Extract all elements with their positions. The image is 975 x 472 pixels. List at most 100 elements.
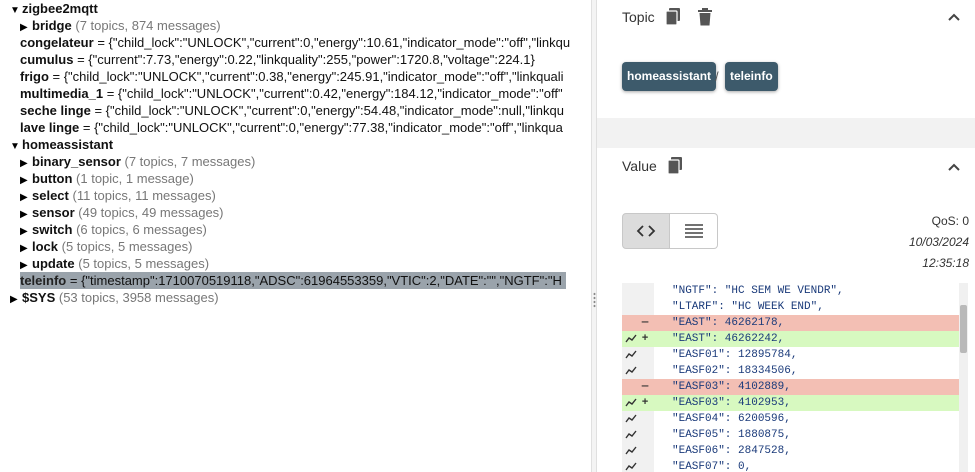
diff-gutter[interactable] <box>622 443 654 459</box>
diff-gutter[interactable]: — <box>622 315 654 331</box>
diff-line-text: "EASF05": 1880875, <box>672 429 791 441</box>
tree-node[interactable]: ▼ homeassistant <box>10 136 113 153</box>
diff-scrollbar[interactable] <box>959 283 968 472</box>
tree-node[interactable]: ▼ zigbee2mqtt <box>10 0 98 17</box>
diff-gutter[interactable]: + <box>622 331 654 347</box>
tree-node-stats: (5 topics, 5 messages) <box>61 239 193 254</box>
diff-line-text: "EASF01": 12895784, <box>672 349 798 361</box>
diff-gutter[interactable] <box>622 347 654 363</box>
tree-node[interactable]: frigo = {"child_lock":"UNLOCK","current"… <box>20 68 564 85</box>
tree-node-name: cumulus <box>20 52 74 67</box>
tree-node-value: = {"timestamp":1710070519118,"ADSC":6196… <box>69 273 562 288</box>
delete-icon[interactable] <box>697 8 713 26</box>
details-pane: Topic homeassistant / teleinfo Value QoS… <box>597 0 975 472</box>
tree-node-stats: (49 topics, 49 messages) <box>78 205 224 220</box>
breadcrumb-teleinfo[interactable]: teleinfo <box>725 62 778 91</box>
diff-line-text: "LTARF": "HC WEEK END", <box>672 301 824 313</box>
qos-label: QoS: 0 <box>931 214 969 228</box>
breadcrumb-separator: / <box>715 69 719 84</box>
tree-node[interactable]: lave linge = {"child_lock":"UNLOCK","cur… <box>20 119 563 136</box>
value-diff-view: "NGTF": "HC SEM WE VENDR", "LTARF": "HC W… <box>622 283 968 472</box>
plus-icon: + <box>641 333 649 345</box>
chart-trend-icon[interactable] <box>625 414 637 424</box>
diff-line-removed: — "EAST": 46262178, <box>622 315 959 331</box>
diff-gutter[interactable]: + <box>622 395 654 411</box>
raw-view-button[interactable] <box>670 213 718 249</box>
splitter-grip-icon[interactable] <box>593 292 596 308</box>
copy-value-icon[interactable] <box>667 157 683 175</box>
tree-node-name: teleinfo <box>20 273 67 288</box>
tree-node[interactable]: ▶ $SYS (53 topics, 3958 messages) <box>10 289 219 306</box>
minus-icon: — <box>641 317 649 329</box>
tree-node[interactable]: seche linge = {"child_lock":"UNLOCK","cu… <box>20 102 564 119</box>
chart-trend-icon[interactable] <box>625 446 637 456</box>
chart-trend-icon[interactable] <box>625 398 637 408</box>
topic-panel-header[interactable]: Topic <box>622 5 729 29</box>
diff-gutter[interactable] <box>622 299 654 315</box>
tree-node-name: select <box>32 188 69 203</box>
plus-icon: + <box>641 397 649 409</box>
tree-node-stats: (5 topics, 5 messages) <box>78 256 210 271</box>
diff-gutter[interactable] <box>622 283 654 299</box>
tree-node-name: seche linge <box>20 103 91 118</box>
tree-node-name: homeassistant <box>22 137 114 152</box>
diff-line-text: "EASF07": 0, <box>672 461 752 472</box>
diff-gutter[interactable] <box>622 427 654 443</box>
diff-gutter[interactable] <box>622 363 654 379</box>
tree-node-selected[interactable]: teleinfo = {"timestamp":1710070519118,"A… <box>20 272 566 289</box>
tree-node[interactable]: congelateur = {"child_lock":"UNLOCK","cu… <box>20 34 570 51</box>
chart-trend-icon[interactable] <box>625 350 637 360</box>
lines-icon <box>684 224 703 238</box>
message-time: 12:35:18 <box>922 256 969 270</box>
diff-line-text: "EASF04": 6200596, <box>672 413 791 425</box>
tree-node[interactable]: ▶ lock (5 topics, 5 messages) <box>20 238 192 255</box>
tree-node-value: = {"child_lock":"UNLOCK","current":0,"en… <box>97 35 571 50</box>
diff-gutter[interactable] <box>622 459 654 472</box>
tree-node[interactable]: ▶ switch (6 topics, 6 messages) <box>20 221 207 238</box>
tree-node-name: bridge <box>32 18 72 33</box>
tree-node-stats: (6 topics, 6 messages) <box>76 222 207 237</box>
diff-line-context: "NGTF": "HC SEM WE VENDR", <box>622 283 959 299</box>
tree-node-value: = {"child_lock":"UNLOCK","current":0.42,… <box>106 86 563 101</box>
breadcrumb-homeassistant[interactable]: homeassistant <box>622 62 717 91</box>
message-date: 10/03/2024 <box>908 235 969 249</box>
tree-node-name: sensor <box>32 205 75 220</box>
diff-gutter[interactable]: — <box>622 379 654 395</box>
minus-icon: — <box>641 381 649 393</box>
tree-node-stats: (11 topics, 11 messages) <box>72 188 216 203</box>
collapsed-triangle-icon[interactable]: ▶ <box>10 291 22 308</box>
tree-node[interactable]: cumulus = {"current":7.73,"energy":0.22,… <box>20 51 535 68</box>
tree-node-name: button <box>32 171 73 186</box>
diff-line-text: "EASF03": 4102953, <box>672 397 791 409</box>
chart-trend-icon[interactable] <box>625 334 637 344</box>
diff-scrollbar-thumb[interactable] <box>960 305 967 353</box>
tree-node-name: multimedia_1 <box>20 86 104 101</box>
tree-node-value: = {"child_lock":"UNLOCK","current":0,"en… <box>82 120 563 135</box>
tree-node[interactable]: multimedia_1 = {"child_lock":"UNLOCK","c… <box>20 85 563 102</box>
chart-trend-icon[interactable] <box>625 366 637 376</box>
value-panel-header[interactable]: Value <box>622 154 699 178</box>
tree-node-name: switch <box>32 222 73 237</box>
diff-gutter[interactable] <box>622 411 654 427</box>
tree-node-name: lock <box>32 239 59 254</box>
diff-line-context: "EASF04": 6200596, <box>622 411 959 427</box>
tree-node[interactable]: ▶ sensor (49 topics, 49 messages) <box>20 204 224 221</box>
tree-node[interactable]: ▶ bridge (7 topics, 874 messages) <box>20 17 221 34</box>
tree-node[interactable]: ▶ button (1 topic, 1 message) <box>20 170 194 187</box>
diff-line-text: "EAST": 46262178, <box>672 317 785 329</box>
chart-trend-icon[interactable] <box>625 430 637 440</box>
copy-icon[interactable] <box>665 8 681 26</box>
tree-node[interactable]: ▶ update (5 topics, 5 messages) <box>20 255 209 272</box>
diff-line-text: "EAST": 46262242, <box>672 333 785 345</box>
diff-line-added: + "EAST": 46262242, <box>622 331 959 347</box>
chart-trend-icon[interactable] <box>625 462 637 472</box>
tree-node[interactable]: ▶ select (11 topics, 11 messages) <box>20 187 216 204</box>
collapse-value-chevron-icon[interactable] <box>947 160 961 174</box>
tree-node-name: $SYS <box>22 290 56 305</box>
value-panel-title: Value <box>622 158 657 174</box>
topic-tree: ▼ zigbee2mqtt ▶ bridge (7 topics, 874 messa… <box>0 0 591 472</box>
tree-node-value: = {"child_lock":"UNLOCK","current":0.38,… <box>52 69 564 84</box>
diff-view-button[interactable] <box>622 213 670 249</box>
collapse-topic-chevron-icon[interactable] <box>947 10 961 24</box>
tree-node[interactable]: ▶ binary_sensor (7 topics, 7 messages) <box>20 153 255 170</box>
